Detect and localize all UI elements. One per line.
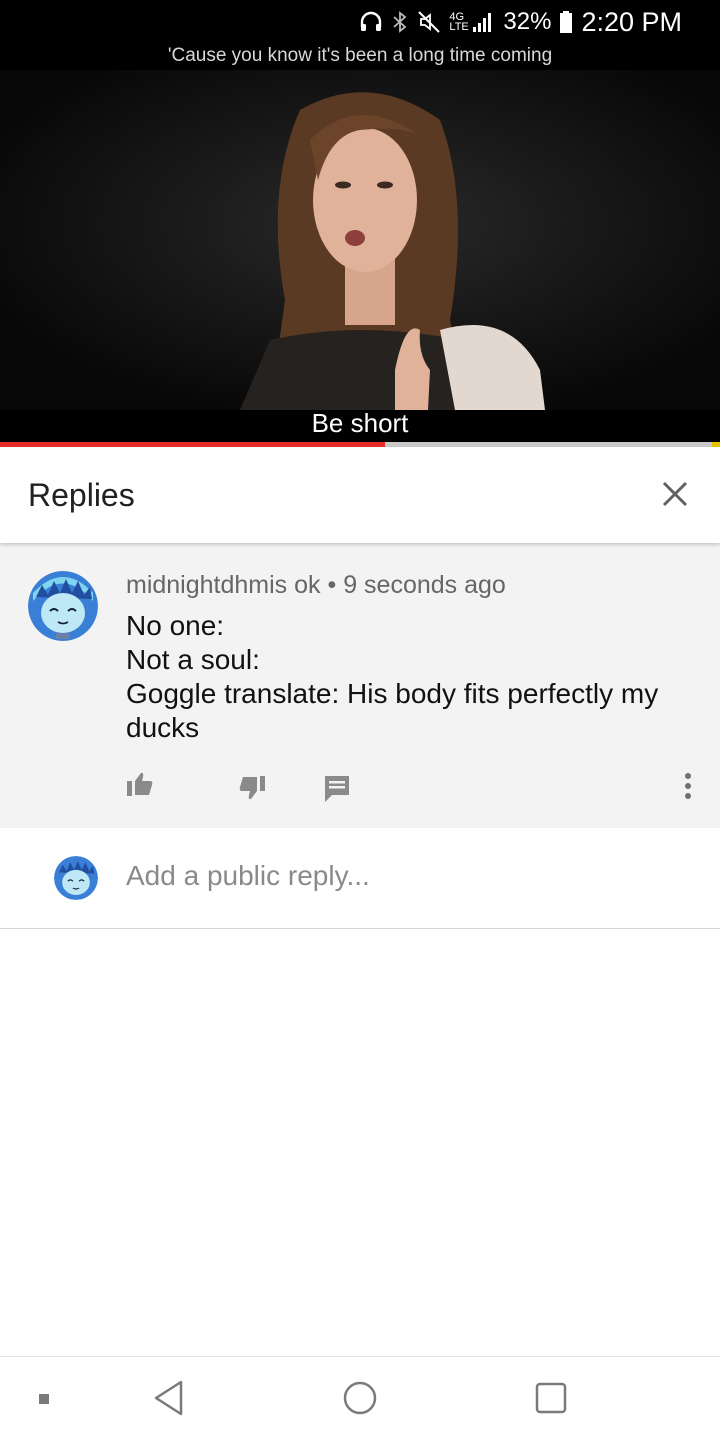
- thumbs-up-icon[interactable]: [126, 771, 154, 797]
- comment-line: ducks: [126, 712, 200, 743]
- back-icon[interactable]: [152, 1379, 186, 1417]
- video-caption-top: 'Cause you know it's been a long time co…: [167, 45, 553, 66]
- thumbs-down-icon[interactable]: [238, 775, 266, 801]
- user-avatar: [54, 856, 98, 900]
- signal-icon: [473, 13, 492, 32]
- comment-item: midnightdhmis ok • 9 seconds ago No one:…: [0, 543, 720, 828]
- reply-input[interactable]: Add a public reply...: [126, 860, 370, 892]
- mute-icon: [418, 11, 441, 33]
- comment-author[interactable]: midnightdhmis ok: [126, 571, 321, 599]
- comment-avatar[interactable]: [28, 571, 98, 641]
- headphones-icon: [361, 11, 382, 31]
- recents-dot-icon[interactable]: [38, 1393, 50, 1405]
- comment-text: No one: Not a soul: Goggle translate: Hi…: [126, 609, 686, 745]
- close-icon: [662, 481, 688, 507]
- navigation-bar: [0, 1356, 720, 1441]
- more-vert-icon[interactable]: [676, 773, 700, 799]
- comment-timestamp: 9 seconds ago: [343, 571, 506, 599]
- status-bar: 4G LTE 32% 2:20 PM: [0, 0, 720, 44]
- bluetooth-icon: [393, 11, 407, 33]
- network-type-label: 4G LTE: [449, 11, 469, 33]
- battery-percent: 32%: [503, 8, 552, 35]
- reply-composer: Add a public reply...: [0, 828, 720, 929]
- replies-header: Replies: [0, 447, 720, 543]
- clock: 2:20 PM: [581, 6, 682, 37]
- comment-line: No one:: [126, 610, 225, 641]
- replies-title: Replies: [28, 477, 135, 513]
- comment-line: Not a soul:: [126, 644, 260, 675]
- reply-icon[interactable]: [324, 775, 350, 803]
- close-button[interactable]: [652, 471, 698, 517]
- meta-separator: •: [327, 571, 337, 599]
- overview-icon[interactable]: [534, 1379, 568, 1417]
- comment-line: Goggle translate: His body fits perfectl…: [126, 678, 659, 709]
- home-icon[interactable]: [342, 1379, 378, 1417]
- video-caption-bottom: Be short: [311, 408, 409, 438]
- video-frame: [0, 70, 720, 410]
- comment-meta: midnightdhmis ok • 9 seconds ago: [126, 571, 506, 600]
- battery-icon: [560, 11, 573, 33]
- video-player[interactable]: 4G LTE 32% 2:20 PM 'Cause you know it's …: [0, 0, 720, 447]
